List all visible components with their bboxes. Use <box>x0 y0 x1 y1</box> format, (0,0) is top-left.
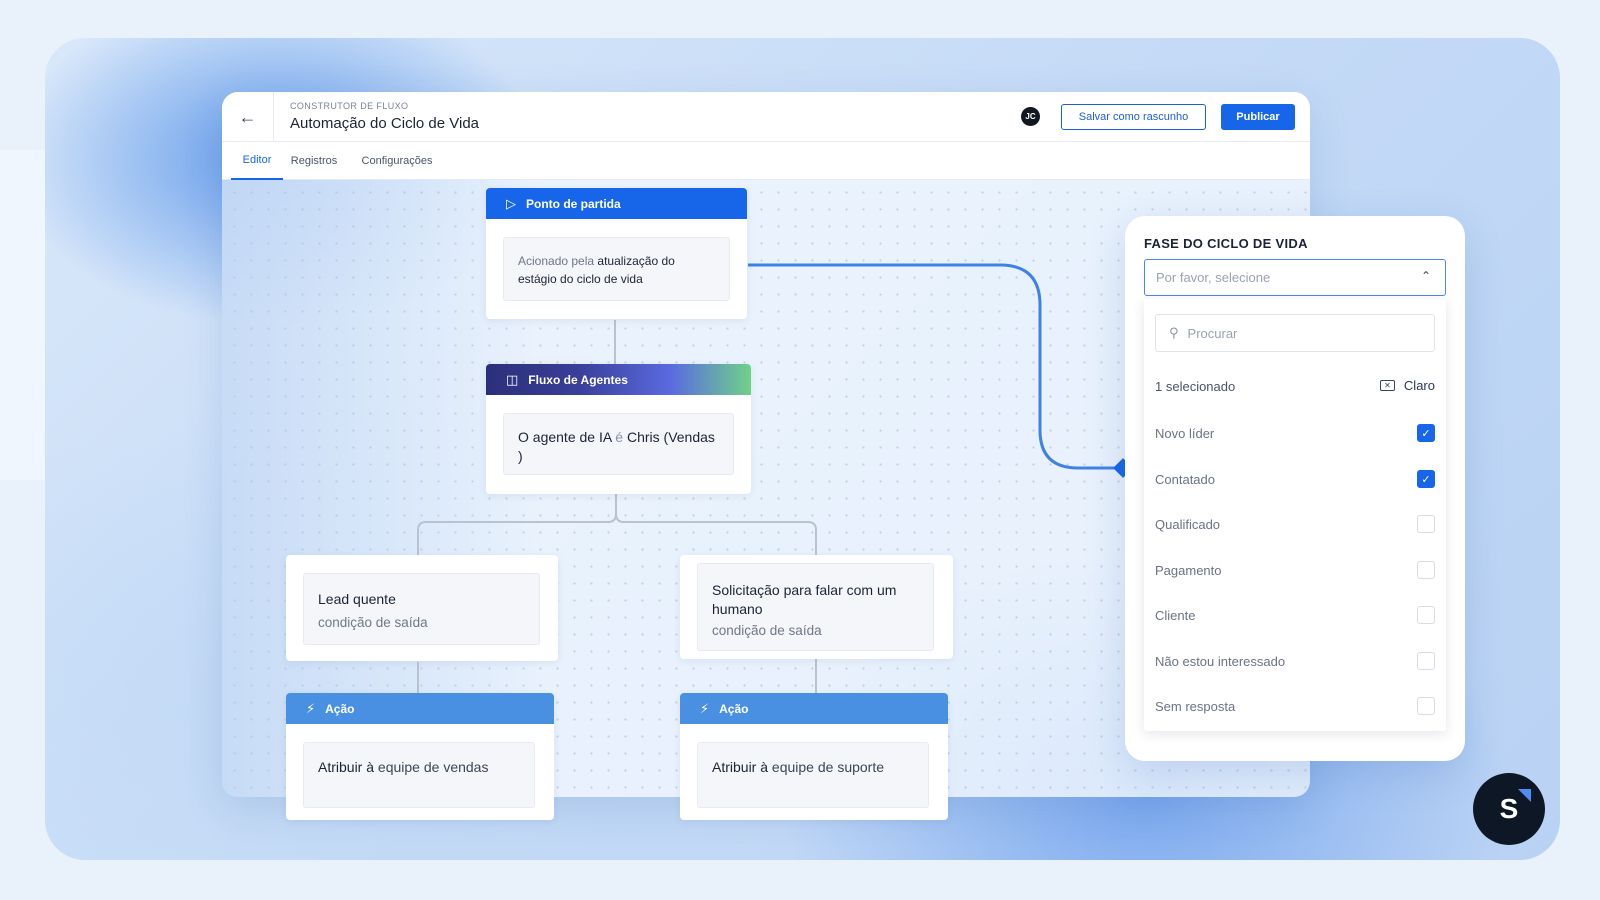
agents-node-body: O agente de IA é Chris (Vendas ) <box>503 413 734 475</box>
start-node-body: Acionado pela atualização do estágio do … <box>503 237 730 301</box>
option-pagamento[interactable]: Pagamento <box>1155 560 1435 580</box>
chevron-up-icon: ⌃ <box>1420 269 1431 283</box>
select-placeholder: Por favor, selecione <box>1156 270 1271 285</box>
option-qualificado[interactable]: Qualificado <box>1155 514 1435 534</box>
chat-bot-icon: ◫ <box>506 371 519 387</box>
lead-quente-title: Lead quente <box>318 591 396 607</box>
bolt-icon: ⚡︎ <box>700 700 710 716</box>
selected-count: 1 selecionado <box>1155 379 1236 394</box>
clear-button[interactable]: ✕ Claro <box>1379 378 1435 393</box>
action-node-title: Ação <box>325 701 355 716</box>
bolt-icon: ⚡︎ <box>306 700 316 716</box>
agents-node-title: Fluxo de Agentes <box>528 372 628 387</box>
option-contatado[interactable]: Contatado ✓ <box>1155 469 1435 489</box>
checkbox[interactable]: ✓ <box>1417 424 1435 442</box>
option-novo-lider[interactable]: Novo líder ✓ <box>1155 423 1435 443</box>
option-sem-resposta[interactable]: Sem resposta <box>1155 696 1435 716</box>
human-request-title: Solicitação para falar com um humano <box>712 582 897 617</box>
start-node[interactable]: ▷ Ponto de partida Acionado pela atualiz… <box>486 188 747 319</box>
checkbox[interactable] <box>1417 652 1435 670</box>
checkbox[interactable] <box>1417 606 1435 624</box>
lead-quente-node[interactable]: Lead quente condição de saída <box>286 555 558 661</box>
human-request-subtitle: condição de saída <box>712 623 822 638</box>
lifecycle-stage-panel: FASE DO CICLO DE VIDA Por favor, selecio… <box>1125 216 1465 761</box>
start-node-title: Ponto de partida <box>526 196 621 211</box>
option-nao-interessado[interactable]: Não estou interessado <box>1155 651 1435 671</box>
search-input[interactable]: ⚲ Procurar <box>1155 314 1435 352</box>
clear-icon: ✕ <box>1379 380 1395 391</box>
play-icon: ▷ <box>506 195 516 211</box>
agents-node[interactable]: ◫ Fluxo de Agentes O agente de IA é Chri… <box>486 364 751 494</box>
lead-quente-subtitle: condição de saída <box>318 615 428 630</box>
lifecycle-stage-select[interactable]: Por favor, selecione ⌃ <box>1144 259 1446 296</box>
checkbox[interactable] <box>1417 515 1435 533</box>
brand-logo[interactable]: S <box>1473 773 1545 845</box>
option-cliente[interactable]: Cliente <box>1155 605 1435 625</box>
dropdown-menu: ⚲ Procurar 1 selecionado ✕ Claro Novo lí… <box>1144 299 1446 731</box>
checkbox[interactable]: ✓ <box>1417 470 1435 488</box>
checkbox[interactable] <box>1417 561 1435 579</box>
human-request-node[interactable]: Solicitação para falar com um humano con… <box>680 555 953 659</box>
action-node-sales[interactable]: ⚡︎ Ação Atribuir à equipe de vendas <box>286 693 554 820</box>
search-icon: ⚲ <box>1169 325 1179 340</box>
panel-title: FASE DO CICLO DE VIDA <box>1144 236 1308 251</box>
action-node-support[interactable]: ⚡︎ Ação Atribuir à equipe de suporte <box>680 693 948 820</box>
action-node-title: Ação <box>719 701 749 716</box>
checkbox[interactable] <box>1417 697 1435 715</box>
